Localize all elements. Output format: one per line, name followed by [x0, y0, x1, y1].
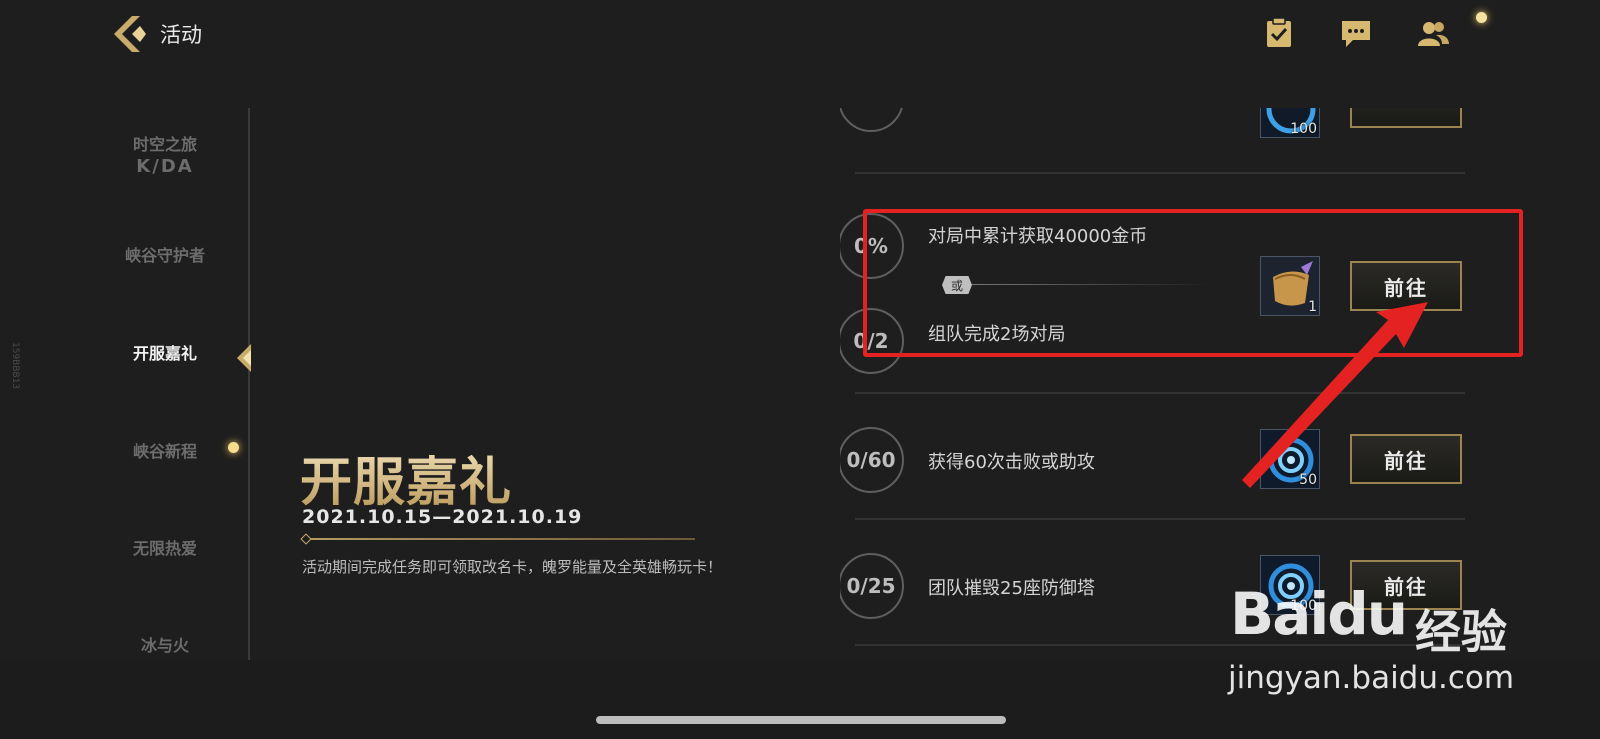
sidebar-item-new-journey[interactable]: 峡谷新程 — [110, 438, 220, 462]
sidebar-item-kda[interactable]: 时空之旅 K/DA — [110, 134, 220, 178]
event-description: 活动期间完成任务即可领取改名卡，魄罗能量及全英雄畅玩卡！ — [302, 558, 723, 576]
sidebar-item-guardians[interactable]: 峡谷守护者 — [110, 242, 220, 266]
go-button[interactable] — [1350, 108, 1462, 128]
active-indicator-icon — [237, 344, 251, 372]
watermark: Baidu 经验 jingyan.baidu.com — [1228, 580, 1530, 700]
watermark-url: jingyan.baidu.com — [1228, 660, 1515, 696]
sidebar: 时空之旅 K/DA 峡谷守护者 开服嘉礼 峡谷新程 无限热爱 冰与火 — [0, 108, 252, 660]
reward-count: 100 — [1290, 121, 1317, 137]
sidebar-divider — [248, 108, 250, 660]
notification-dot — [1476, 12, 1487, 23]
top-bar: 活动 — [0, 0, 1600, 70]
task-divider — [855, 518, 1465, 520]
chat-icon[interactable] — [1339, 16, 1373, 50]
task-divider — [855, 172, 1465, 174]
sidebar-item-ice-fire[interactable]: 冰与火 — [110, 632, 220, 656]
sidebar-item-launch-gift[interactable]: 开服嘉礼 — [110, 340, 220, 364]
friends-icon[interactable] — [1416, 16, 1450, 50]
reward-count: 50 — [1299, 472, 1317, 488]
task-divider — [855, 392, 1465, 394]
home-indicator[interactable] — [596, 716, 1006, 724]
task-text: 团队摧毁25座防御塔 — [928, 578, 1095, 599]
watermark-logo: Baidu — [1230, 580, 1408, 648]
watermark-cn-text: 经验 — [1415, 605, 1507, 659]
reward-item: 100 — [1260, 108, 1320, 138]
event-title: 开服嘉礼 — [300, 440, 512, 515]
divider-diamond-icon — [300, 533, 312, 545]
progress-circle: 0/60 — [840, 427, 904, 493]
page-title: 活动 — [160, 23, 202, 47]
back-arrow-icon[interactable] — [110, 14, 150, 54]
task-text: 获得60次击败或助攻 — [928, 452, 1095, 473]
event-date: 2021.10.15—2021.10.19 — [302, 506, 583, 528]
task-list-icon[interactable] — [1262, 16, 1296, 50]
progress-circle: 0/25 — [840, 553, 904, 619]
task-list[interactable]: 100 0% 对局中累计获取40000金币 或 0/2 组队完成2场对局 1 前… — [840, 108, 1490, 660]
sidebar-item-endless-love[interactable]: 无限热爱 — [110, 535, 220, 559]
annotation-rectangle — [863, 209, 1523, 357]
reward-item: 50 — [1260, 429, 1320, 489]
event-divider — [305, 538, 695, 540]
new-journey-dot — [228, 442, 239, 453]
progress-circle — [840, 108, 904, 132]
go-button[interactable]: 前往 — [1350, 434, 1462, 484]
